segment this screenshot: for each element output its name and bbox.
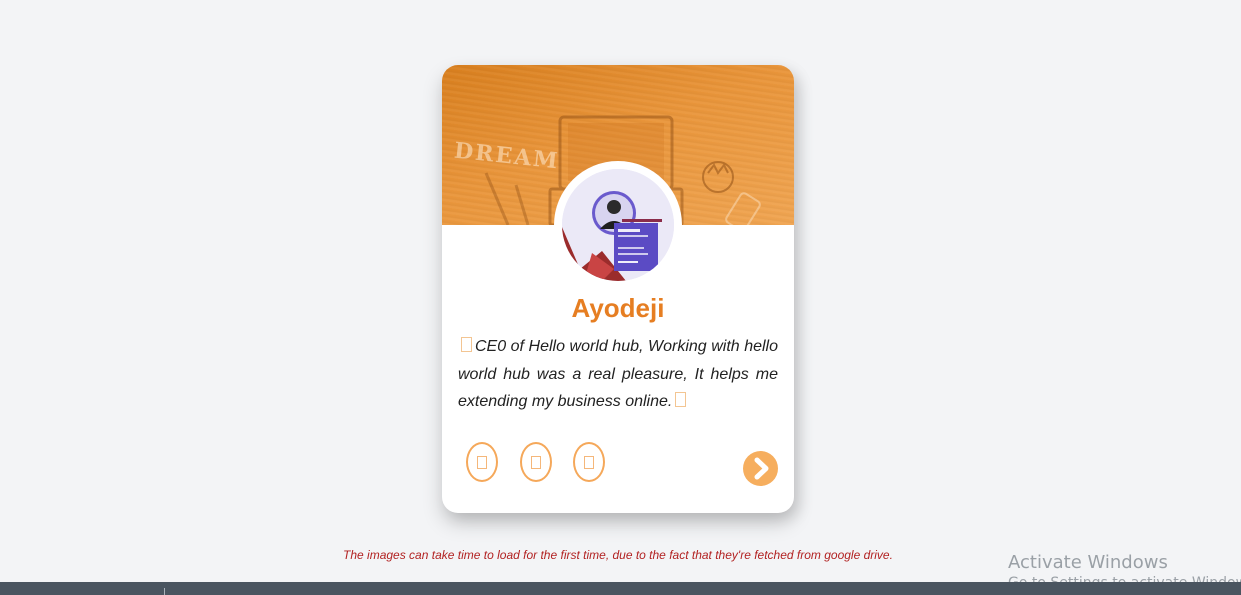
watermark-line-1: Activate Windows — [1008, 552, 1168, 573]
social-icon-2 — [531, 455, 541, 469]
quote-close-icon — [675, 392, 687, 407]
social-link-2[interactable] — [520, 442, 552, 482]
social-link-1[interactable] — [466, 442, 498, 482]
avatar-frame — [554, 161, 682, 289]
testimonial-card: DREAM Ayodeji CE0 of Hello world hub, Wo… — [442, 65, 794, 513]
social-icon-1 — [477, 455, 487, 469]
chevron-right-icon — [754, 457, 769, 480]
testimonial-quote: CE0 of Hello world hub, Working with hel… — [458, 333, 778, 416]
avatar — [562, 169, 674, 281]
taskbar-divider — [164, 588, 165, 595]
next-testimonial-button[interactable] — [743, 451, 778, 486]
page: DREAM Ayodeji CE0 of Hello world hub, Wo… — [0, 0, 1241, 595]
quote-text: CE0 of Hello world hub, Working with hel… — [458, 338, 778, 410]
quote-open-icon — [461, 337, 472, 352]
taskbar — [0, 582, 1241, 595]
social-icon-3 — [584, 455, 594, 469]
person-name: Ayodeji — [571, 293, 665, 323]
social-link-3[interactable] — [573, 442, 605, 482]
